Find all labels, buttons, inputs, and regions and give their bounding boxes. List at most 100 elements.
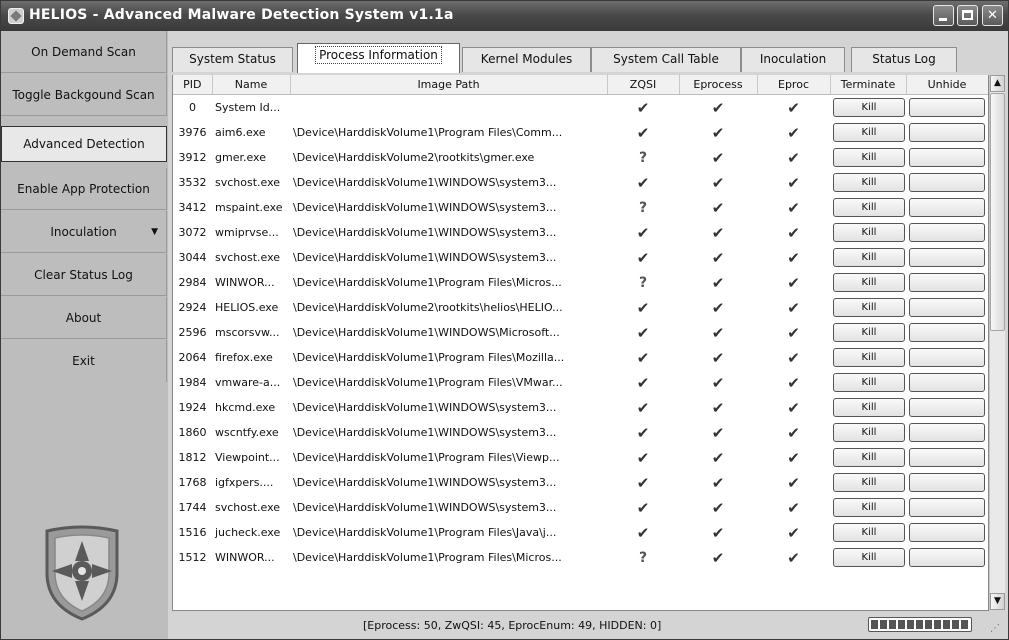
tab-status-log[interactable]: Status Log [851, 47, 957, 72]
tab-process-information[interactable]: Process Information [297, 43, 460, 73]
tab-system-call-table[interactable]: System Call Table [591, 47, 741, 72]
unhide-button[interactable] [909, 348, 985, 367]
unhide-button[interactable] [909, 323, 985, 342]
unhide-button[interactable] [909, 498, 985, 517]
table-row[interactable]: 1512 WINWOR... \Device\HarddiskVolume1\Pro… [173, 545, 988, 570]
kill-button[interactable]: Kill [833, 473, 905, 492]
close-button[interactable]: ✕ [982, 5, 1003, 26]
kill-button[interactable]: Kill [833, 523, 905, 542]
image-path-cell: \Device\HarddiskVolume2\rootkits\gmer.ex… [293, 151, 535, 164]
scrollbar-thumb[interactable] [990, 93, 1005, 331]
table-row[interactable]: 0 System Id... ✔ ✔ ✔ Kill [173, 95, 988, 121]
exit-button[interactable]: Exit [1, 340, 167, 382]
table-row[interactable]: 3912 gmer.exe \Device\HarddiskVolume2\root… [173, 145, 988, 170]
table-row[interactable]: 2924 HELIOS.exe \Device\HarddiskVolume2\ro… [173, 295, 988, 320]
zqsi-status-icon: ✔ [636, 398, 650, 417]
title-bar[interactable]: HELIOS - Advanced Malware Detection Syst… [1, 1, 1008, 31]
tab-kernel-modules[interactable]: Kernel Modules [462, 47, 591, 72]
about-button[interactable]: About [1, 297, 167, 339]
scroll-up-arrow-icon[interactable]: ▲ [990, 75, 1005, 92]
table-row[interactable]: 2064 firefox.exe \Device\HarddiskVolume1\P… [173, 345, 988, 370]
kill-button[interactable]: Kill [833, 248, 905, 267]
column-header-terminate[interactable]: Terminate [830, 75, 907, 95]
unhide-button[interactable] [909, 448, 985, 467]
pid-cell: 1924 [178, 401, 207, 414]
enable-app-protection-button[interactable]: Enable App Protection [1, 168, 167, 210]
table-row[interactable]: 3412 mspaint.exe \Device\HarddiskVolume1\W… [173, 195, 988, 220]
process-name-cell: wmiprvse... [215, 226, 279, 239]
eproc-status-icon: ✔ [787, 473, 800, 492]
eprocess-status-icon: ✔ [711, 448, 725, 467]
unhide-button[interactable] [909, 523, 985, 542]
kill-button[interactable]: Kill [833, 398, 905, 417]
kill-button[interactable]: Kill [833, 448, 905, 467]
table-row[interactable]: 2984 WINWOR... \Device\HarddiskVolume1\Pro… [173, 270, 988, 295]
kill-button[interactable]: Kill [833, 223, 905, 242]
unhide-button[interactable] [909, 298, 985, 317]
toggle-background-scan-button[interactable]: Toggle Backgound Scan [1, 74, 167, 116]
unhide-button[interactable] [909, 273, 985, 292]
table-row[interactable]: 2596 mscorsvw... \Device\HarddiskVolume1\W… [173, 320, 988, 345]
unhide-button[interactable] [909, 223, 985, 242]
column-header-eprocess[interactable]: Eprocess [679, 75, 758, 95]
table-row[interactable]: 3976 aim6.exe \Device\HarddiskVolume1\Prog… [173, 120, 988, 145]
inoculation-dropdown-button[interactable]: Inoculation ▼ [1, 211, 167, 253]
maximize-button[interactable] [957, 5, 978, 26]
unhide-button[interactable] [909, 398, 985, 417]
zqsi-status-icon: ✔ [636, 248, 650, 267]
table-row[interactable]: 1924 hkcmd.exe \Device\HarddiskVolume1\WIN… [173, 395, 988, 420]
table-row[interactable]: 3532 svchost.exe \Device\HarddiskVolume1\W… [173, 170, 988, 195]
advanced-detection-button[interactable]: Advanced Detection [1, 126, 167, 162]
column-header-eproc[interactable]: Eproc [757, 75, 831, 95]
kill-button[interactable]: Kill [833, 323, 905, 342]
kill-button[interactable]: Kill [833, 548, 905, 567]
column-header-unhide[interactable]: Unhide [906, 75, 988, 95]
unhide-button[interactable] [909, 373, 985, 392]
kill-button[interactable]: Kill [833, 373, 905, 392]
unhide-button[interactable] [909, 473, 985, 492]
vertical-scrollbar[interactable]: ▲ ▼ [989, 75, 1005, 610]
column-header-name[interactable]: Name [212, 75, 291, 95]
kill-button[interactable]: Kill [833, 498, 905, 517]
kill-button[interactable]: Kill [833, 173, 905, 192]
table-row[interactable]: 1984 vmware-a... \Device\HarddiskVolume1\P… [173, 370, 988, 395]
table-row[interactable]: 1744 svchost.exe \Device\HarddiskVolume1\W… [173, 495, 988, 520]
kill-button[interactable]: Kill [833, 298, 905, 317]
tab-system-status[interactable]: System Status [172, 47, 293, 72]
table-row[interactable]: 3072 wmiprvse... \Device\HarddiskVolume1\W… [173, 220, 988, 245]
minimize-button[interactable] [933, 5, 954, 26]
unhide-button[interactable] [909, 98, 985, 117]
pid-cell: 3532 [178, 176, 207, 189]
unhide-button[interactable] [909, 423, 985, 442]
column-header-image-path[interactable]: Image Path [290, 75, 608, 95]
eproc-status-icon: ✔ [787, 423, 800, 442]
kill-button[interactable]: Kill [833, 198, 905, 217]
kill-button[interactable]: Kill [833, 348, 905, 367]
process-name-cell: aim6.exe [215, 126, 266, 139]
eproc-status-icon: ✔ [787, 448, 800, 467]
table-row[interactable]: 1860 wscntfy.exe \Device\HarddiskVolume1\W… [173, 420, 988, 445]
unhide-button[interactable] [909, 148, 985, 167]
unhide-button[interactable] [909, 173, 985, 192]
column-header-pid[interactable]: PID [173, 75, 213, 95]
clear-status-log-button[interactable]: Clear Status Log [1, 254, 167, 296]
unhide-button[interactable] [909, 198, 985, 217]
terminate-cell: Kill [830, 520, 906, 545]
table-row[interactable]: 1768 igfxpers.... \Device\HarddiskVolume1\… [173, 470, 988, 495]
on-demand-scan-button[interactable]: On Demand Scan [1, 31, 167, 73]
kill-button[interactable]: Kill [833, 423, 905, 442]
table-row[interactable]: 3044 svchost.exe \Device\HarddiskVolume1\W… [173, 245, 988, 270]
kill-button[interactable]: Kill [833, 273, 905, 292]
resize-grip-icon[interactable]: ⋰ [990, 623, 1000, 634]
kill-button[interactable]: Kill [833, 148, 905, 167]
scroll-down-arrow-icon[interactable]: ▼ [990, 593, 1005, 610]
column-header-zqsi[interactable]: ZQSI [607, 75, 680, 95]
table-row[interactable]: 1516 jucheck.exe \Device\HarddiskVolume1\P… [173, 520, 988, 545]
kill-button[interactable]: Kill [833, 98, 905, 117]
unhide-button[interactable] [909, 123, 985, 142]
table-row[interactable]: 1812 Viewpoint... \Device\HarddiskVolume1\… [173, 445, 988, 470]
kill-button[interactable]: Kill [833, 123, 905, 142]
unhide-button[interactable] [909, 548, 985, 567]
tab-inoculation[interactable]: Inoculation [741, 47, 845, 72]
unhide-button[interactable] [909, 248, 985, 267]
